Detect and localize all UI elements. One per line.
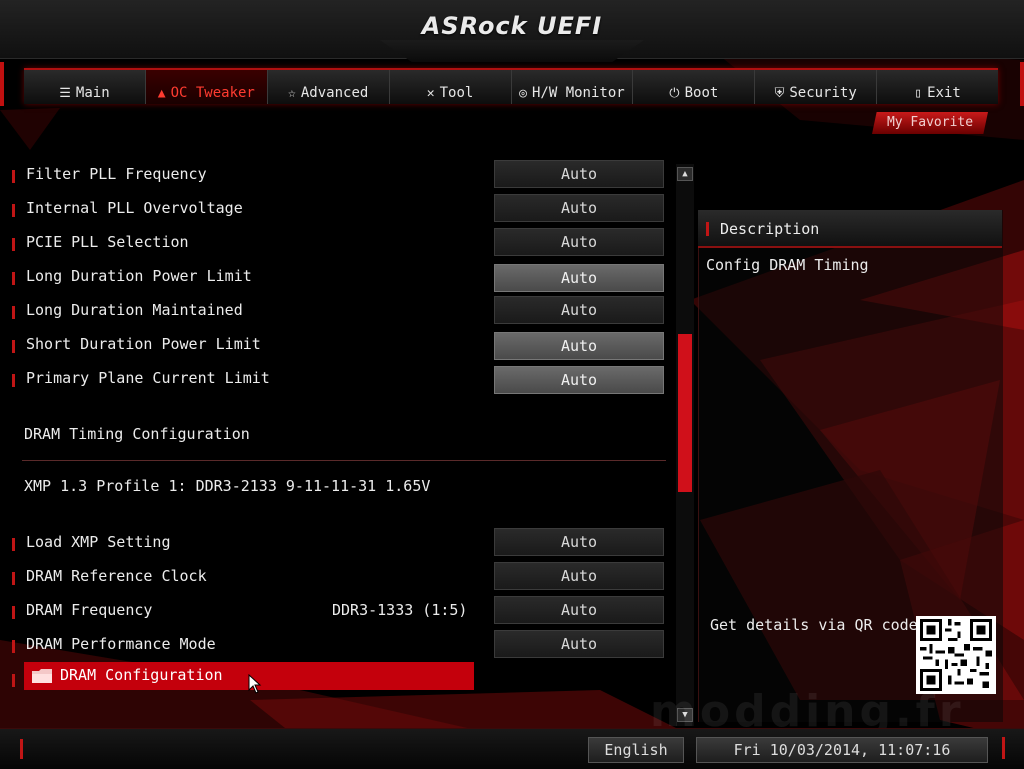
row-marker xyxy=(12,306,15,319)
dram-frequency-current: DDR3-1333 (1:5) xyxy=(332,601,468,619)
exit-icon: ▯ xyxy=(914,86,923,101)
nav-accent-left xyxy=(0,62,4,106)
tab-label: Security xyxy=(789,85,857,101)
tab-exit[interactable]: ▯ Exit xyxy=(877,70,998,104)
setting-row-pcie-pll[interactable]: PCIE PLL Selection Auto xyxy=(0,228,670,258)
tab-security[interactable]: ⛨ Security xyxy=(755,70,878,104)
flame-icon: ▲ xyxy=(157,86,166,101)
shield-icon: ⛨ xyxy=(774,86,785,101)
asrock-logo: ASRock UEFI xyxy=(421,12,603,40)
setting-value[interactable]: Auto xyxy=(494,630,664,658)
tab-oc-tweaker[interactable]: ▲ OC Tweaker xyxy=(145,70,268,104)
row-marker xyxy=(12,606,15,619)
setting-value[interactable]: Auto xyxy=(494,562,664,590)
section-divider xyxy=(22,460,666,461)
setting-value[interactable]: Auto xyxy=(494,228,664,256)
my-favorite-button[interactable]: My Favorite xyxy=(872,112,988,134)
setting-label: Short Duration Power Limit xyxy=(26,335,261,353)
scrollbar-thumb[interactable] xyxy=(678,334,692,492)
xmp-profile-info: XMP 1.3 Profile 1: DDR3-2133 9-11-11-31 … xyxy=(24,477,431,495)
setting-label: Primary Plane Current Limit xyxy=(26,369,270,387)
tab-main[interactable]: ☰ Main xyxy=(24,70,146,104)
monitor-icon: ◎ xyxy=(519,86,527,101)
list-icon: ☰ xyxy=(59,86,71,101)
setting-label: PCIE PLL Selection xyxy=(26,233,189,251)
row-marker xyxy=(12,272,15,285)
setting-label: Load XMP Setting xyxy=(26,533,171,551)
setting-value[interactable]: Auto xyxy=(494,332,664,360)
star-icon: ☆ xyxy=(288,86,296,101)
row-marker xyxy=(12,674,15,687)
datetime-display: Fri 10/03/2014, 11:07:16 xyxy=(696,737,988,763)
tab-tool[interactable]: ✕ Tool xyxy=(390,70,512,104)
row-marker xyxy=(12,640,15,653)
setting-row-dram-reference-clock[interactable]: DRAM Reference Clock Auto xyxy=(0,562,670,592)
tab-boot[interactable]: ⏻ Boot xyxy=(633,70,756,104)
header-notch xyxy=(380,40,644,62)
row-marker xyxy=(12,374,15,387)
setting-label: DRAM Performance Mode xyxy=(26,635,216,653)
tools-icon: ✕ xyxy=(426,86,435,101)
tab-hw-monitor[interactable]: ◎ H/W Monitor xyxy=(512,70,634,104)
nav-accent-right xyxy=(1020,62,1024,106)
tab-label: H/W Monitor xyxy=(531,85,625,101)
tab-advanced[interactable]: ☆ Advanced xyxy=(268,70,390,104)
status-marker-right xyxy=(1002,737,1005,759)
tab-label: Advanced xyxy=(300,85,369,101)
power-icon: ⏻ xyxy=(669,86,680,101)
setting-row-primary-plane-current-limit[interactable]: Primary Plane Current Limit Auto xyxy=(0,364,670,394)
tab-label: Exit xyxy=(927,85,961,101)
setting-row-dram-frequency[interactable]: DRAM Frequency DDR3-1333 (1:5) Auto xyxy=(0,596,670,626)
qr-caption: Get details via QR code xyxy=(710,616,918,634)
status-marker xyxy=(20,739,23,759)
setting-row-internal-pll-overvoltage[interactable]: Internal PLL Overvoltage Auto xyxy=(0,194,670,224)
tab-label: Main xyxy=(75,85,110,101)
description-text: Config DRAM Timing xyxy=(706,256,869,274)
status-bar: English Fri 10/03/2014, 11:07:16 xyxy=(0,728,1024,769)
qr-code-icon xyxy=(916,616,996,694)
tab-label: Tool xyxy=(439,85,474,101)
main-nav: ☰ Main ▲ OC Tweaker ☆ Advanced ✕ Tool ◎ H/W M… xyxy=(24,68,998,104)
setting-label: Long Duration Maintained xyxy=(26,301,243,319)
row-marker xyxy=(12,238,15,251)
dram-timing-section-title: DRAM Timing Configuration xyxy=(24,425,250,443)
header-marker xyxy=(706,222,709,236)
setting-value[interactable]: Auto xyxy=(494,366,664,394)
setting-label: DRAM Frequency xyxy=(26,601,153,619)
header-bar: ASRock UEFI xyxy=(0,0,1024,62)
language-button[interactable]: English xyxy=(588,737,684,763)
row-marker xyxy=(12,340,15,353)
setting-row-short-duration-power-limit[interactable]: Short Duration Power Limit Auto xyxy=(0,330,670,360)
setting-value[interactable]: Auto xyxy=(494,528,664,556)
setting-value[interactable]: Auto xyxy=(494,596,664,624)
setting-row-long-duration-maintained[interactable]: Long Duration Maintained Auto xyxy=(0,296,670,326)
scroll-up-arrow-icon[interactable]: ▲ xyxy=(677,167,693,181)
setting-label: DRAM Reference Clock xyxy=(26,567,207,585)
setting-label: Internal PLL Overvoltage xyxy=(26,199,243,217)
setting-value[interactable]: Auto xyxy=(494,264,664,292)
setting-label: Long Duration Power Limit xyxy=(26,267,252,285)
submenu-label: DRAM Configuration xyxy=(60,666,223,684)
setting-row-long-duration-power-limit[interactable]: Long Duration Power Limit Auto xyxy=(0,262,670,292)
setting-value[interactable]: Auto xyxy=(494,296,664,324)
setting-label: Filter PLL Frequency xyxy=(26,165,207,183)
setting-row-load-xmp[interactable]: Load XMP Setting Auto xyxy=(0,528,670,558)
row-marker xyxy=(12,572,15,585)
tab-label: Boot xyxy=(684,85,719,101)
tab-label: OC Tweaker xyxy=(170,85,255,101)
row-marker xyxy=(12,204,15,217)
setting-value[interactable]: Auto xyxy=(494,160,664,188)
description-header: Description xyxy=(698,210,1002,248)
description-title: Description xyxy=(720,220,820,238)
setting-row-dram-performance-mode[interactable]: DRAM Performance Mode Auto xyxy=(0,630,670,660)
row-marker xyxy=(12,538,15,551)
folder-icon xyxy=(32,669,52,683)
row-marker xyxy=(12,170,15,183)
setting-value[interactable]: Auto xyxy=(494,194,664,222)
mouse-cursor-icon xyxy=(248,674,262,694)
setting-row-filter-pll[interactable]: Filter PLL Frequency Auto xyxy=(0,160,670,190)
